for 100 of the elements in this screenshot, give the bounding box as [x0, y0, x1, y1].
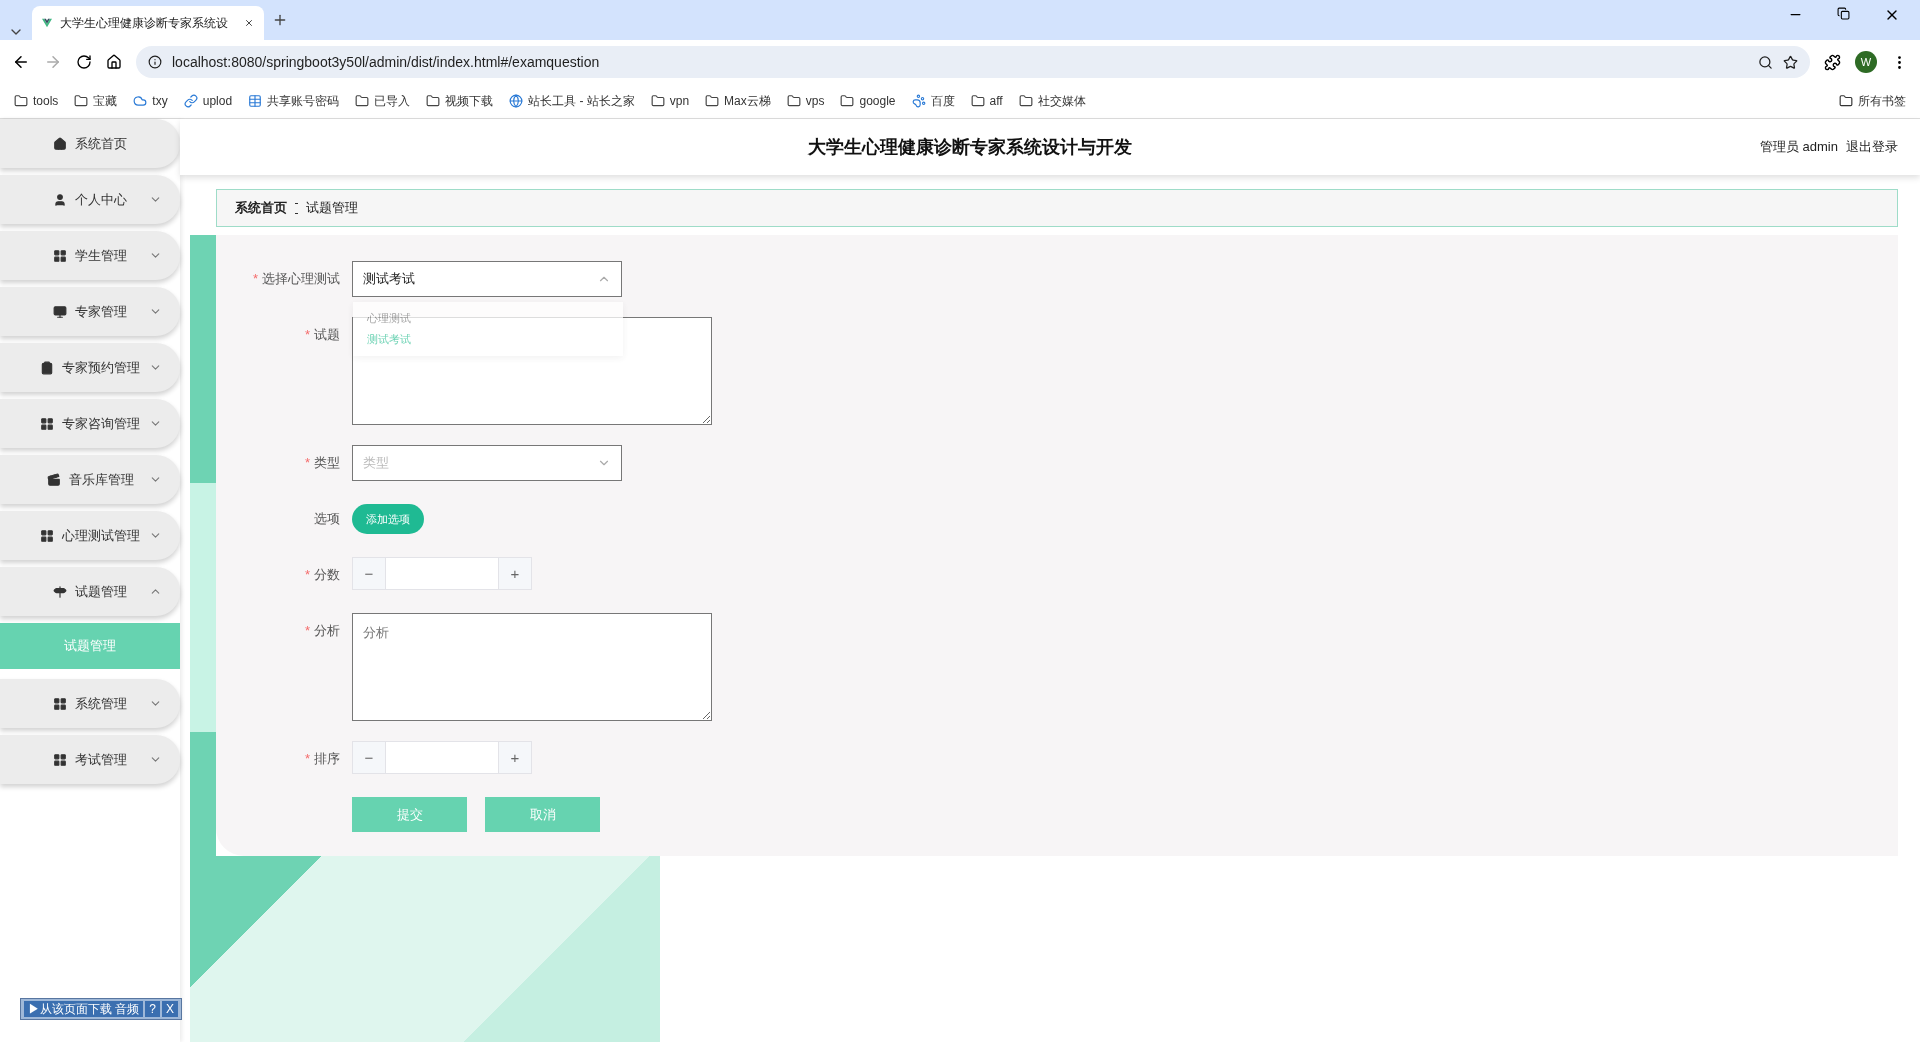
all-bookmarks[interactable]: 所有书签 [1839, 92, 1906, 110]
vue-icon [42, 17, 52, 29]
sidebar-item[interactable]: 心理测试管理 [0, 511, 180, 560]
sidebar-label: 试题管理 [75, 582, 127, 601]
bookmark[interactable]: 站长工具 - 站长之家 [509, 92, 635, 110]
folder-icon [426, 94, 441, 108]
sidebar-label: 专家咨询管理 [62, 414, 140, 433]
globe-icon [509, 94, 524, 108]
field-label: 分数 [314, 567, 340, 582]
bookmark[interactable]: 共享账号密码 [248, 92, 340, 110]
field-label: 试题 [314, 327, 340, 342]
home-icon[interactable] [106, 54, 122, 70]
back-icon[interactable] [12, 53, 30, 71]
number-field[interactable]: − + [352, 741, 532, 774]
breadcrumb-item[interactable]: 系统首页 [235, 199, 287, 217]
help-button[interactable]: ? [145, 1001, 161, 1017]
sidebar-label: 心理测试管理 [62, 526, 140, 545]
bookmark[interactable]: 视频下载 [426, 92, 494, 110]
field-label: 选项 [314, 511, 340, 526]
increment-button[interactable]: + [499, 558, 531, 589]
breadcrumb-item[interactable]: 试题管理 [306, 199, 358, 217]
sidebar-item[interactable]: 专家咨询管理 [0, 399, 180, 448]
sidebar-label: 系统首页 [75, 134, 127, 153]
bookmark-star-icon[interactable] [1783, 54, 1798, 70]
bookmark[interactable]: Max云梯 [705, 92, 771, 110]
sidebar-label: 考试管理 [75, 750, 127, 769]
text-area[interactable]: 分析 [352, 613, 712, 721]
sidebar-item[interactable]: 个人中心 [0, 175, 180, 224]
restore-icon[interactable] [1837, 7, 1850, 20]
required-mark: * [304, 751, 310, 766]
grid-icon [53, 696, 67, 711]
home-icon [53, 136, 67, 151]
required-mark: * [252, 271, 258, 286]
decrement-button[interactable]: − [353, 558, 385, 589]
grid-icon [53, 752, 67, 767]
sidebar-item[interactable]: 学生管理 [0, 231, 180, 280]
decrement-button[interactable]: − [353, 742, 385, 773]
user-icon [53, 192, 67, 207]
grid-icon [40, 416, 54, 431]
sidebar-item[interactable]: 专家预约管理 [0, 343, 180, 392]
field-label: 选择心理测试 [262, 271, 340, 286]
folder-icon [355, 94, 370, 108]
grid-icon [53, 248, 67, 263]
bookmark[interactable]: 百度 [911, 92, 955, 110]
sheet-icon [248, 94, 263, 108]
bookmark[interactable]: aff [970, 94, 1003, 108]
url-text: localhost:8080/springboot3y50l/admin/dist/index.html#/examquestion [172, 54, 600, 70]
number-field[interactable]: − + [352, 557, 532, 590]
browser-tab[interactable]: 大学生心理健康诊断专家系统设 [32, 6, 264, 40]
grid-icon [40, 528, 54, 543]
folder-icon [1018, 94, 1033, 108]
reload-icon[interactable] [76, 54, 92, 70]
download-audio-button[interactable]: ▶从该页面下载 音频 [24, 1001, 144, 1017]
increment-button[interactable]: + [499, 742, 531, 773]
clapperboard-icon [46, 472, 61, 487]
bookmark[interactable]: vps [786, 94, 825, 108]
required-mark: * [304, 327, 310, 342]
new-tab-icon[interactable] [272, 12, 288, 28]
app-title: 大学生心理健康诊断专家系统设计与开发 [807, 136, 1133, 159]
sidebar-label: 专家管理 [75, 302, 127, 321]
folder-icon [786, 94, 801, 108]
address-bar[interactable]: localhost:8080/springboot3y50l/admin/dist/index.html#/examquestion [136, 46, 1810, 78]
user-label: 管理员 admin [1759, 138, 1838, 156]
bookmark[interactable]: uplod [183, 94, 233, 108]
sidebar-item[interactable]: 系统首页 [0, 119, 180, 168]
bookmark[interactable]: tools [14, 94, 59, 108]
sidebar-item[interactable]: 系统管理 [0, 679, 180, 728]
bookmark[interactable]: 宝藏 [74, 92, 118, 110]
site-info-icon[interactable] [148, 55, 162, 69]
required-mark: * [304, 567, 310, 582]
field-label: 分析 [314, 623, 340, 638]
bookmark[interactable]: 社交媒体 [1018, 92, 1086, 110]
folder-icon [970, 94, 985, 108]
folder-icon [14, 94, 28, 108]
logout-link[interactable]: 退出登录 [1846, 138, 1898, 156]
profile-avatar[interactable]: W [1855, 51, 1877, 73]
zoom-icon[interactable] [1758, 54, 1773, 70]
bookmark[interactable]: txy [133, 94, 168, 108]
bookmark[interactable]: vpn [650, 94, 690, 108]
required-mark: * [304, 623, 310, 638]
monitor-icon [53, 304, 67, 319]
sidebar-item[interactable]: 音乐库管理 [0, 455, 180, 504]
bookmark[interactable]: google [840, 94, 896, 108]
tab-title: 大学生心理健康诊断专家系统设 [60, 14, 228, 32]
folder-icon [705, 94, 720, 108]
extensions-icon[interactable] [1824, 53, 1841, 71]
folder-icon [650, 94, 665, 108]
clipboard-icon [40, 360, 54, 375]
sidebar-label: 系统管理 [75, 694, 127, 713]
signpost-icon [53, 584, 67, 599]
sidebar-item[interactable]: 试题管理 [0, 567, 180, 616]
sidebar-item[interactable]: 考试管理 [0, 735, 180, 784]
sidebar-label: 音乐库管理 [68, 470, 134, 489]
close-button[interactable]: X [162, 1001, 179, 1017]
folder-icon [840, 94, 855, 108]
sidebar-item[interactable]: 专家管理 [0, 287, 180, 336]
field-label: 类型 [314, 455, 340, 470]
bookmark[interactable]: 已导入 [355, 92, 411, 110]
paw-icon [911, 94, 926, 108]
field-label: 排序 [314, 751, 340, 766]
